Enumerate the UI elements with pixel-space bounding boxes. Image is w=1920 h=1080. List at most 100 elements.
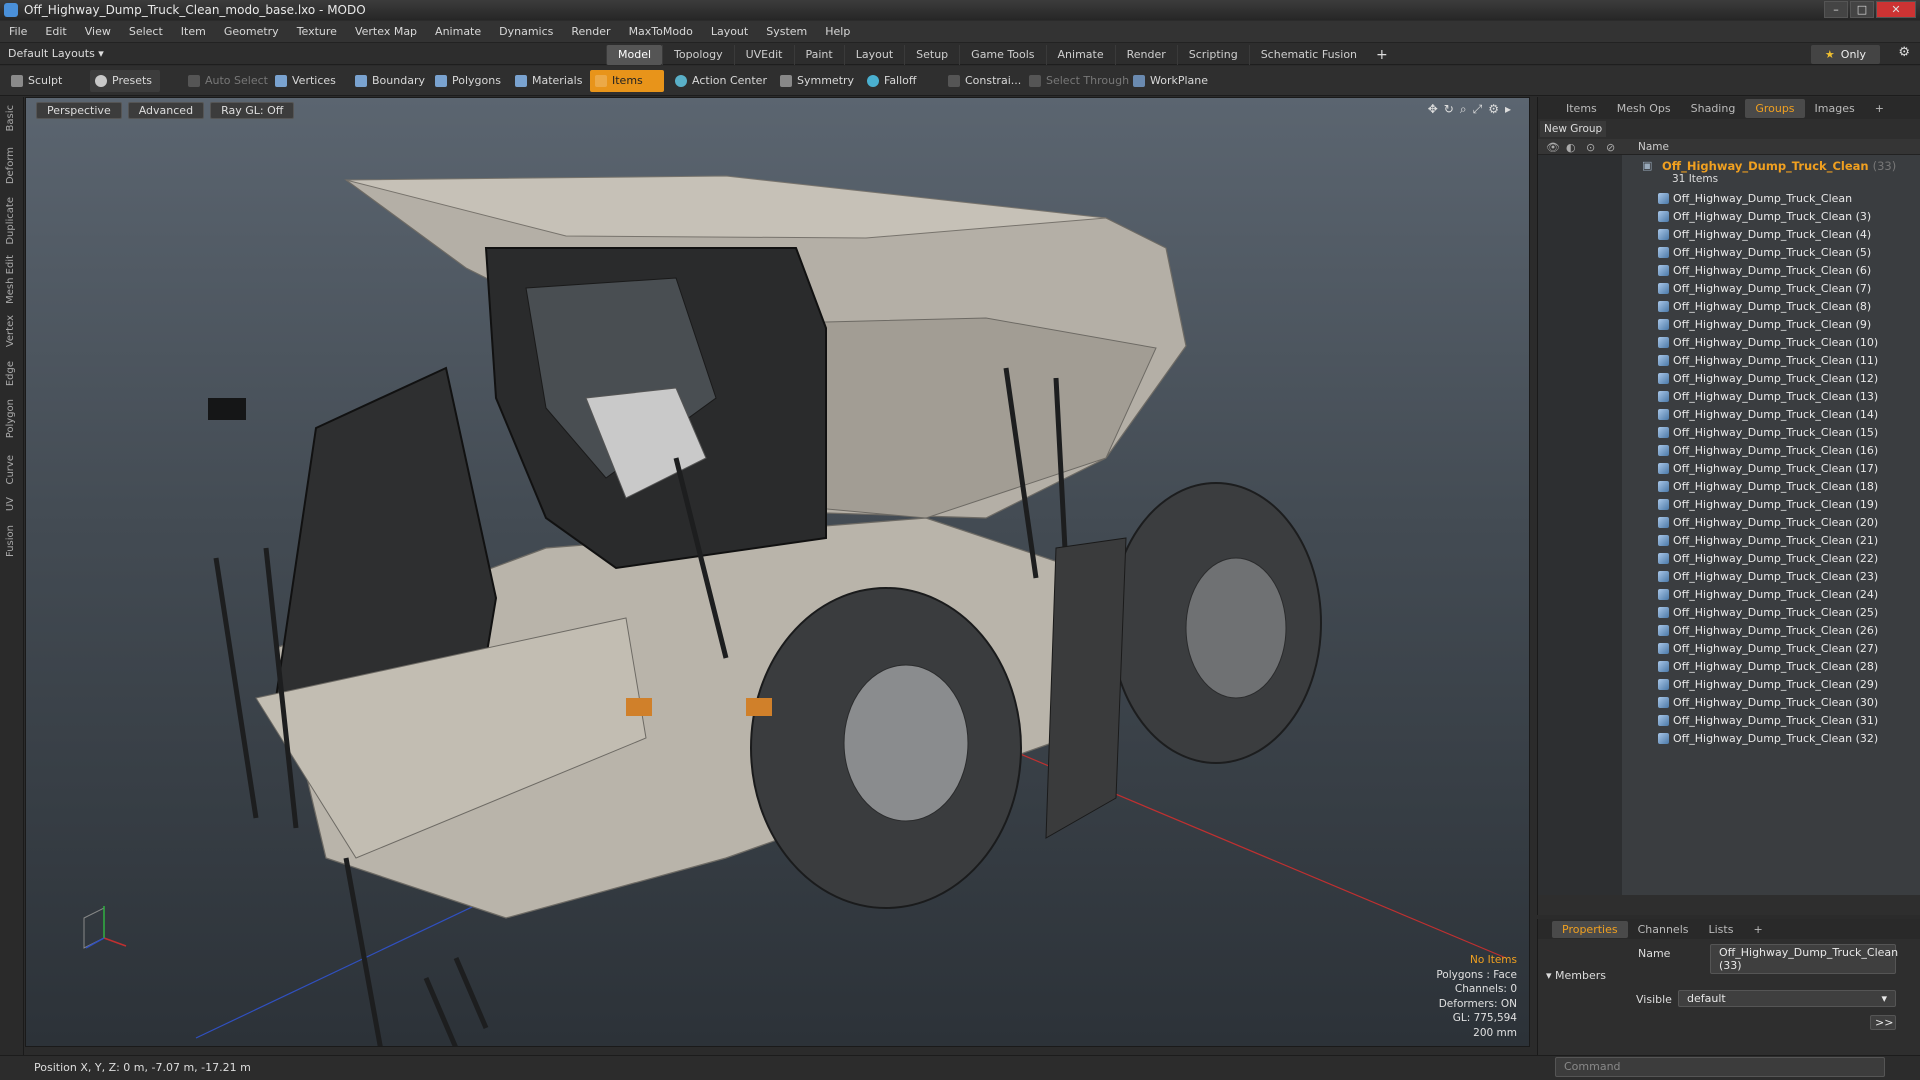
group-member-item[interactable]: Off_Highway_Dump_Truck_Clean (6) — [1658, 261, 1871, 279]
polygons-button[interactable]: Polygons — [430, 70, 509, 92]
group-member-item[interactable]: Off_Highway_Dump_Truck_Clean (30) — [1658, 693, 1878, 711]
maximize-button[interactable]: □ — [1850, 1, 1874, 18]
auto-select-button[interactable]: Auto Select — [183, 70, 276, 92]
strip-basic[interactable]: Basic — [5, 105, 19, 131]
tab-properties[interactable]: Properties — [1552, 920, 1628, 938]
menu-edit[interactable]: Edit — [36, 25, 75, 38]
command-input[interactable]: Command — [1555, 1057, 1885, 1077]
falloff-button[interactable]: Falloff — [862, 70, 924, 92]
group-member-item[interactable]: Off_Highway_Dump_Truck_Clean (31) — [1658, 711, 1878, 729]
menu-item[interactable]: Item — [172, 25, 215, 38]
menu-system[interactable]: System — [757, 25, 816, 38]
view-advanced-button[interactable]: Advanced — [127, 102, 205, 119]
items-button[interactable]: Items — [590, 70, 664, 92]
group-member-item[interactable]: Off_Highway_Dump_Truck_Clean (24) — [1658, 585, 1878, 603]
close-button[interactable]: ✕ — [1876, 1, 1916, 18]
tab-images[interactable]: Images — [1805, 99, 1865, 118]
materials-button[interactable]: Materials — [510, 70, 590, 92]
group-tree[interactable]: ▣ Off_Highway_Dump_Truck_Clean (33) 31 I… — [1538, 155, 1920, 895]
menu-layout[interactable]: Layout — [702, 25, 757, 38]
group-member-item[interactable]: Off_Highway_Dump_Truck_Clean — [1658, 189, 1852, 207]
group-member-item[interactable]: Off_Highway_Dump_Truck_Clean (32) — [1658, 729, 1878, 747]
group-member-item[interactable]: Off_Highway_Dump_Truck_Clean (17) — [1658, 459, 1878, 477]
visibility-column-icon[interactable]: 👁 — [1546, 141, 1560, 154]
minimize-button[interactable]: – — [1824, 1, 1848, 18]
group-member-item[interactable]: Off_Highway_Dump_Truck_Clean (4) — [1658, 225, 1871, 243]
group-member-item[interactable]: Off_Highway_Dump_Truck_Clean (8) — [1658, 297, 1871, 315]
action-center-button[interactable]: Action Center — [670, 70, 775, 92]
visible-dropdown[interactable]: default ▾ — [1678, 990, 1896, 1007]
tab-channels[interactable]: Channels — [1628, 921, 1699, 938]
members-toggle[interactable]: ▾ Members — [1546, 969, 1606, 982]
menu-select[interactable]: Select — [120, 25, 172, 38]
expand-button[interactable]: >> — [1870, 1015, 1896, 1030]
constraints-button[interactable]: Constrai... — [943, 70, 1029, 92]
name-column-header[interactable]: Name — [1638, 141, 1669, 153]
group-member-item[interactable]: Off_Highway_Dump_Truck_Clean (21) — [1658, 531, 1878, 549]
tab-uvedit[interactable]: UVEdit — [733, 45, 794, 65]
view-perspective-button[interactable]: Perspective — [36, 102, 122, 119]
group-member-item[interactable]: Off_Highway_Dump_Truck_Clean (29) — [1658, 675, 1878, 693]
group-member-item[interactable]: Off_Highway_Dump_Truck_Clean (5) — [1658, 243, 1871, 261]
group-member-item[interactable]: Off_Highway_Dump_Truck_Clean (19) — [1658, 495, 1878, 513]
menu-vertex-map[interactable]: Vertex Map — [346, 25, 426, 38]
select-through-button[interactable]: Select Through — [1024, 70, 1137, 92]
group-member-item[interactable]: Off_Highway_Dump_Truck_Clean (10) — [1658, 333, 1878, 351]
group-member-item[interactable]: Off_Highway_Dump_Truck_Clean (11) — [1658, 351, 1878, 369]
boundary-button[interactable]: Boundary — [350, 70, 433, 92]
render-column-icon[interactable]: ◐ — [1566, 141, 1576, 154]
menu-animate[interactable]: Animate — [426, 25, 490, 38]
tab-paint[interactable]: Paint — [793, 45, 844, 65]
presets-button[interactable]: Presets — [90, 70, 161, 92]
group-member-item[interactable]: Off_Highway_Dump_Truck_Clean (16) — [1658, 441, 1878, 459]
group-member-item[interactable]: Off_Highway_Dump_Truck_Clean (15) — [1658, 423, 1878, 441]
group-name[interactable]: Off_Highway_Dump_Truck_Clean (33) — [1662, 159, 1896, 173]
menu-render[interactable]: Render — [562, 25, 619, 38]
pan-icon[interactable]: ✥ — [1428, 102, 1438, 117]
menu-view[interactable]: View — [76, 25, 120, 38]
tab-groups[interactable]: Groups — [1745, 98, 1805, 118]
tab-animate[interactable]: Animate — [1045, 45, 1115, 65]
vertices-button[interactable]: Vertices — [270, 70, 344, 92]
group-member-item[interactable]: Off_Highway_Dump_Truck_Clean (3) — [1658, 207, 1871, 225]
3d-viewport[interactable]: Perspective Advanced Ray GL: Off ✥ ↻ ⌕ ⤢… — [25, 97, 1530, 1047]
add-props-tab-button[interactable]: + — [1743, 921, 1772, 938]
sculpt-button[interactable]: Sculpt — [6, 70, 70, 92]
symmetry-button[interactable]: Symmetry — [775, 70, 862, 92]
ray-gl-button[interactable]: Ray GL: Off — [210, 102, 295, 119]
default-layouts-dropdown[interactable]: Default Layouts ▾ — [8, 47, 104, 60]
rotate-icon[interactable]: ↻ — [1444, 102, 1454, 117]
new-group-button[interactable]: New Group — [1540, 121, 1607, 137]
add-panel-tab-button[interactable]: + — [1865, 99, 1894, 118]
group-member-item[interactable]: Off_Highway_Dump_Truck_Clean (12) — [1658, 369, 1878, 387]
add-tab-button[interactable]: + — [1368, 45, 1396, 65]
tab-lists[interactable]: Lists — [1699, 921, 1744, 938]
group-member-item[interactable]: Off_Highway_Dump_Truck_Clean (23) — [1658, 567, 1878, 585]
strip-mesh-edit[interactable]: Mesh Edit — [5, 255, 19, 304]
group-member-item[interactable]: Off_Highway_Dump_Truck_Clean (27) — [1658, 639, 1878, 657]
tab-setup[interactable]: Setup — [904, 45, 959, 65]
viewport-menu-icon[interactable]: ▸ — [1505, 102, 1511, 117]
strip-curve[interactable]: Curve — [5, 455, 19, 485]
tab-game-tools[interactable]: Game Tools — [959, 45, 1045, 65]
strip-uv[interactable]: UV — [5, 497, 19, 511]
group-member-item[interactable]: Off_Highway_Dump_Truck_Clean (25) — [1658, 603, 1878, 621]
group-member-item[interactable]: Off_Highway_Dump_Truck_Clean (18) — [1658, 477, 1878, 495]
strip-edge[interactable]: Edge — [5, 361, 19, 386]
group-member-item[interactable]: Off_Highway_Dump_Truck_Clean (26) — [1658, 621, 1878, 639]
group-member-item[interactable]: Off_Highway_Dump_Truck_Clean (20) — [1658, 513, 1878, 531]
tab-items[interactable]: Items — [1556, 99, 1607, 118]
menu-file[interactable]: File — [0, 25, 36, 38]
group-member-item[interactable]: Off_Highway_Dump_Truck_Clean (28) — [1658, 657, 1878, 675]
group-member-item[interactable]: Off_Highway_Dump_Truck_Clean (14) — [1658, 405, 1878, 423]
group-member-item[interactable]: Off_Highway_Dump_Truck_Clean (22) — [1658, 549, 1878, 567]
name-field[interactable]: Off_Highway_Dump_Truck_Clean (33) — [1710, 944, 1898, 974]
strip-deform[interactable]: Deform — [5, 147, 19, 184]
tab-scripting[interactable]: Scripting — [1176, 45, 1249, 65]
menu-help[interactable]: Help — [816, 25, 859, 38]
tab-layout[interactable]: Layout — [843, 45, 904, 65]
tab-shading[interactable]: Shading — [1681, 99, 1746, 118]
zoom-icon[interactable]: ⌕ — [1460, 102, 1467, 117]
lock-column-icon[interactable]: ⊙ — [1586, 141, 1595, 154]
tab-mesh-ops[interactable]: Mesh Ops — [1607, 99, 1681, 118]
